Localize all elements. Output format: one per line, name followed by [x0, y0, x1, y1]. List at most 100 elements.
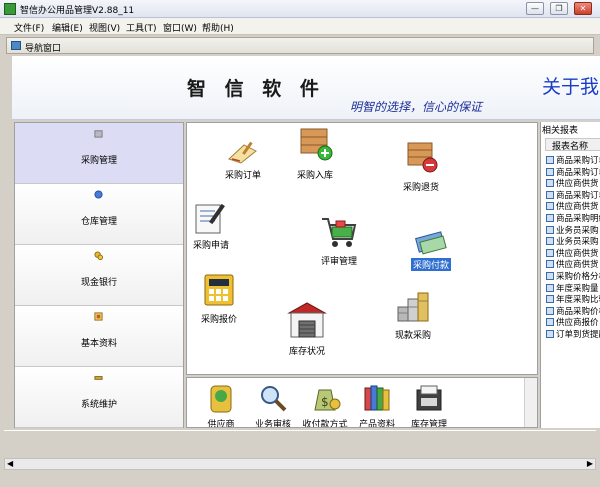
- nav-window-title: 导航窗口: [25, 44, 62, 54]
- inventory-status-button[interactable]: 库存状况: [285, 299, 329, 357]
- scroll-left-icon[interactable]: ◀: [7, 459, 13, 468]
- report-list-item[interactable]: 商品采购订单: [546, 166, 600, 178]
- about-link[interactable]: 关于我: [542, 72, 599, 99]
- sidebar-item-cash-bank[interactable]: 现金银行: [15, 245, 183, 306]
- inventory-management-label: 库存管理: [410, 420, 447, 428]
- restore-button[interactable]: ❐: [550, 2, 568, 15]
- coin-stack-icon: [397, 292, 429, 322]
- sidebar: 采购管理 仓库管理 现金银行 基本资料 系统维护: [14, 122, 184, 428]
- report-list-item[interactable]: 业务员采购: [546, 235, 599, 247]
- shopping-cart-icon: [322, 218, 357, 247]
- purchase-inbound-label: 采购入库: [296, 171, 333, 181]
- sidebar-item-label: 基本资料: [80, 339, 117, 349]
- purchase-return-button[interactable]: 采购退货: [401, 139, 441, 193]
- window-title: 智信办公用品管理V2.88_11: [20, 6, 135, 16]
- report-icon: [546, 272, 554, 280]
- title-bar: 智信办公用品管理V2.88_11 — ❐ ✕: [0, 0, 600, 18]
- bottom-strip-scrollbar[interactable]: [524, 378, 537, 427]
- sidebar-item-basic-data[interactable]: 基本资料: [15, 306, 183, 367]
- report-name: 商品采购订单: [556, 167, 600, 178]
- report-name: 商品采购价格: [556, 306, 600, 317]
- money-bag-icon: $: [314, 389, 341, 411]
- spot-purchase-button[interactable]: 现款采购: [391, 289, 435, 341]
- report-list-item[interactable]: 供应商供货: [546, 177, 599, 189]
- menu-help[interactable]: 帮助(H): [202, 21, 234, 34]
- purchase-quote-button[interactable]: 采购报价: [199, 271, 239, 325]
- reports-column-header[interactable]: 报表名称: [545, 138, 600, 152]
- request-form-icon: [195, 203, 225, 234]
- spot-purchase-label: 现款采购: [394, 331, 431, 341]
- report-list-item[interactable]: 商品采购价格: [546, 305, 600, 317]
- notebook-icon: [94, 312, 103, 321]
- report-icon: [546, 156, 554, 164]
- report-name: 业务员采购: [556, 237, 599, 248]
- review-management-label: 评审管理: [320, 257, 357, 267]
- report-list-item[interactable]: 年度采购量: [546, 282, 599, 294]
- sidebar-item-label: 仓库管理: [80, 217, 117, 227]
- report-list-item[interactable]: 年度采购比较: [546, 293, 600, 305]
- report-icon: [546, 190, 554, 199]
- report-icon: [546, 179, 554, 188]
- menu-tools[interactable]: 工具(T): [126, 21, 157, 34]
- purchase-inbound-button[interactable]: 采购入库: [295, 125, 335, 181]
- report-icon: [546, 306, 554, 315]
- horizontal-scrollbar[interactable]: ◀ ▶: [4, 458, 596, 470]
- sidebar-item-system[interactable]: 系统维护: [15, 367, 183, 428]
- inventory-status-label: 库存状况: [288, 347, 325, 357]
- bottom-tool-strip: 供应商 业务审核 $ 收付款方式 产品资料 库存管理: [186, 377, 538, 428]
- report-name: 年度采购量: [556, 283, 599, 294]
- slogan: 明智的选择，信心的保证: [350, 100, 483, 114]
- report-list-item[interactable]: 采购价格分析: [546, 270, 600, 282]
- sidebar-item-purchase[interactable]: 采购管理: [15, 123, 183, 184]
- product-data-button[interactable]: 产品资料: [353, 382, 401, 427]
- close-button[interactable]: ✕: [574, 2, 592, 15]
- report-list-item[interactable]: 供应商供货: [546, 247, 599, 259]
- purchase-order-button[interactable]: 采购订单: [223, 137, 263, 181]
- menu-window[interactable]: 窗口(W): [163, 21, 197, 34]
- report-icon: [546, 260, 554, 269]
- report-name: 订单到货提醒: [556, 330, 600, 340]
- purchase-order-label: 采购订单: [224, 171, 261, 181]
- report-name: 业务员采购: [556, 225, 599, 236]
- report-list-item[interactable]: 供应商供货: [546, 200, 599, 212]
- inbound-box-icon: [300, 128, 333, 161]
- report-list-item[interactable]: 商品采购明细: [546, 212, 600, 224]
- app-icon: [4, 3, 16, 15]
- report-name: 供应商供货: [556, 179, 599, 190]
- warehouse-icon: [94, 190, 103, 199]
- banner: 智 信 软 件 关于我 明智的选择，信心的保证: [12, 56, 600, 120]
- supplier-icon: [210, 385, 232, 413]
- report-list-item[interactable]: 供应商报价: [546, 316, 599, 328]
- warehouse-store-icon: [287, 302, 327, 338]
- calculator-icon: [204, 274, 234, 306]
- inventory-management-button[interactable]: 库存管理: [405, 382, 453, 428]
- function-panel: 采购订单 采购入库 采购退货 采购申请 评审管理 采购付款 采购报价 库存状况 …: [186, 122, 538, 375]
- business-review-button[interactable]: 业务审核: [249, 382, 297, 427]
- report-icon: [546, 283, 554, 292]
- payment-method-button[interactable]: $ 收付款方式: [301, 382, 349, 427]
- minimize-button[interactable]: —: [526, 2, 544, 15]
- report-name: 供应商报价: [556, 318, 599, 329]
- report-list-item[interactable]: 订单到货提醒: [546, 328, 600, 340]
- menu-view[interactable]: 视图(V): [89, 21, 120, 34]
- box-icon: [94, 130, 103, 138]
- purchase-request-button[interactable]: 采购申请: [191, 201, 231, 251]
- report-name: 供应商供货: [556, 202, 599, 213]
- sidebar-item-warehouse[interactable]: 仓库管理: [15, 184, 183, 245]
- supplier-button[interactable]: 供应商: [197, 382, 245, 427]
- menu-edit[interactable]: 编辑(E): [52, 21, 83, 34]
- report-icon: [546, 330, 554, 338]
- report-list-item[interactable]: 商品采购订单: [546, 154, 600, 166]
- report-name: 采购价格分析: [556, 272, 600, 282]
- nav-window-tab[interactable]: 导航窗口: [6, 37, 594, 54]
- svg-text:$: $: [321, 395, 329, 409]
- report-list-item[interactable]: 商品采购订单: [546, 189, 600, 201]
- scroll-right-icon[interactable]: ▶: [587, 459, 593, 468]
- purchase-payment-button[interactable]: 采购付款: [411, 229, 451, 271]
- review-management-button[interactable]: 评审管理: [317, 213, 361, 267]
- menu-file[interactable]: 文件(F): [14, 21, 44, 34]
- sidebar-item-label: 系统维护: [80, 400, 117, 410]
- report-list-item[interactable]: 供应商供货: [546, 258, 599, 270]
- report-name: 商品采购明细: [556, 214, 600, 224]
- report-list-item[interactable]: 业务员采购: [546, 224, 599, 236]
